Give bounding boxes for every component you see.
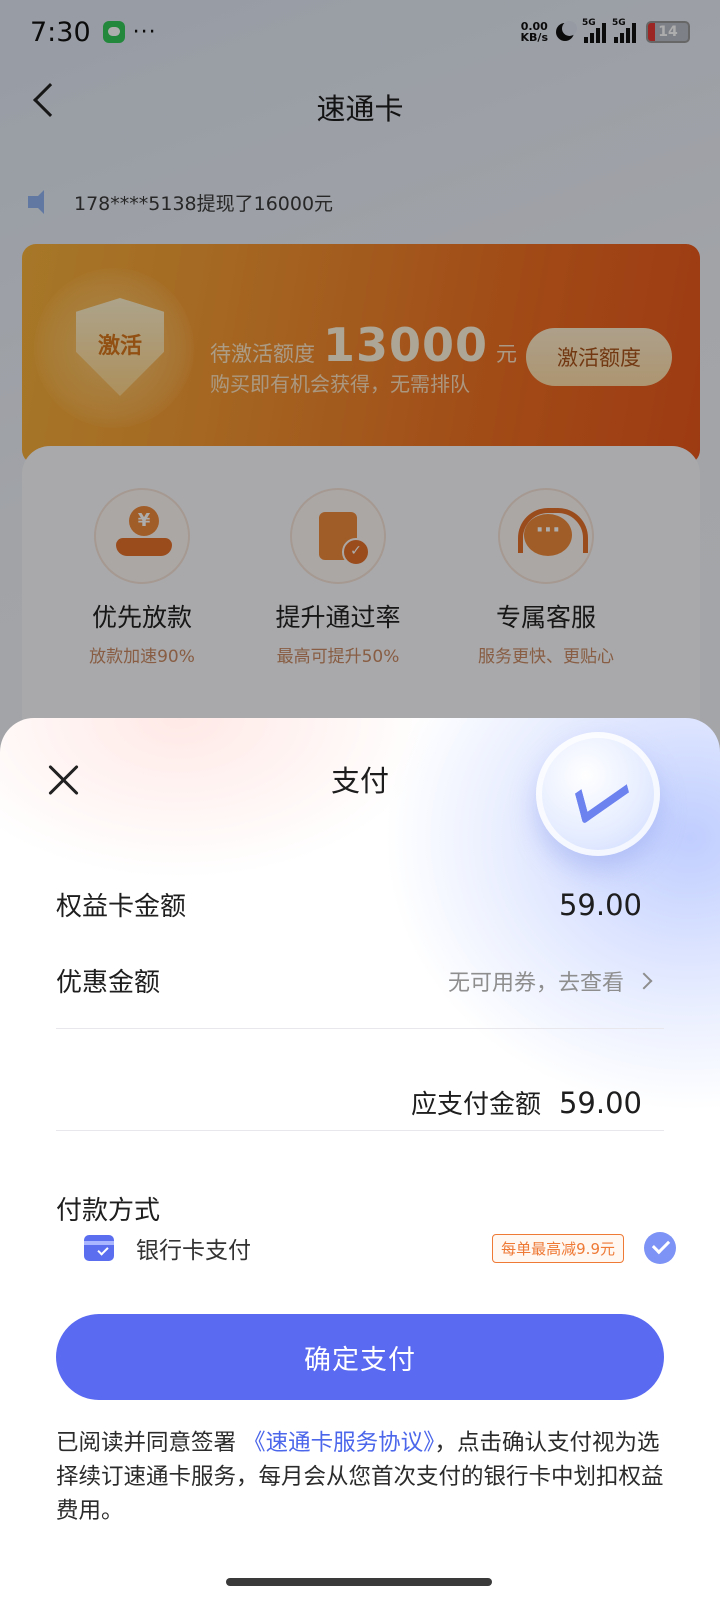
divider	[56, 1028, 664, 1029]
discount-tag: 每单最高减9.9元	[492, 1233, 624, 1263]
card-amount-value: 59.00	[558, 887, 642, 922]
discount-label: 优惠金额	[56, 968, 161, 998]
checked-radio-icon[interactable]	[644, 1232, 676, 1264]
total-label: 应支付金额	[410, 1090, 541, 1120]
payment-method-label: 银行卡支付	[136, 1238, 251, 1264]
view-coupons-link[interactable]: 无可用券，去查看	[448, 965, 664, 997]
agreement-prefix: 已阅读并同意签署	[56, 1430, 237, 1456]
payment-sheet: 支付 权益卡金额 59.00 优惠金额 无可用券，去查看 应支付金额 59.00…	[0, 718, 720, 1600]
checkmark-coin-icon	[536, 732, 660, 856]
agreement-text: 已阅读并同意签署 《速通卡服务协议》，点击确认支付视为选择续订速通卡服务，每月会…	[56, 1426, 666, 1528]
bank-card-icon	[84, 1235, 114, 1261]
home-indicator[interactable]	[226, 1578, 492, 1586]
total-value: 59.00	[558, 1086, 642, 1120]
payment-method-bank-card[interactable]: 银行卡支付 每单最高减9.9元	[84, 1218, 676, 1278]
divider	[56, 1130, 664, 1131]
service-agreement-link[interactable]: 《速通卡服务协议》	[243, 1430, 434, 1456]
chevron-right-icon	[635, 972, 653, 989]
discount-row: 优惠金额 无可用券，去查看	[56, 962, 664, 999]
confirm-pay-button[interactable]: 确定支付	[56, 1314, 664, 1400]
total-row: 应支付金额 59.00	[411, 1084, 642, 1121]
coupon-status: 无可用券，去查看	[447, 970, 624, 996]
card-amount-row: 权益卡金额 59.00	[56, 886, 664, 923]
card-amount-label: 权益卡金额	[56, 892, 187, 922]
